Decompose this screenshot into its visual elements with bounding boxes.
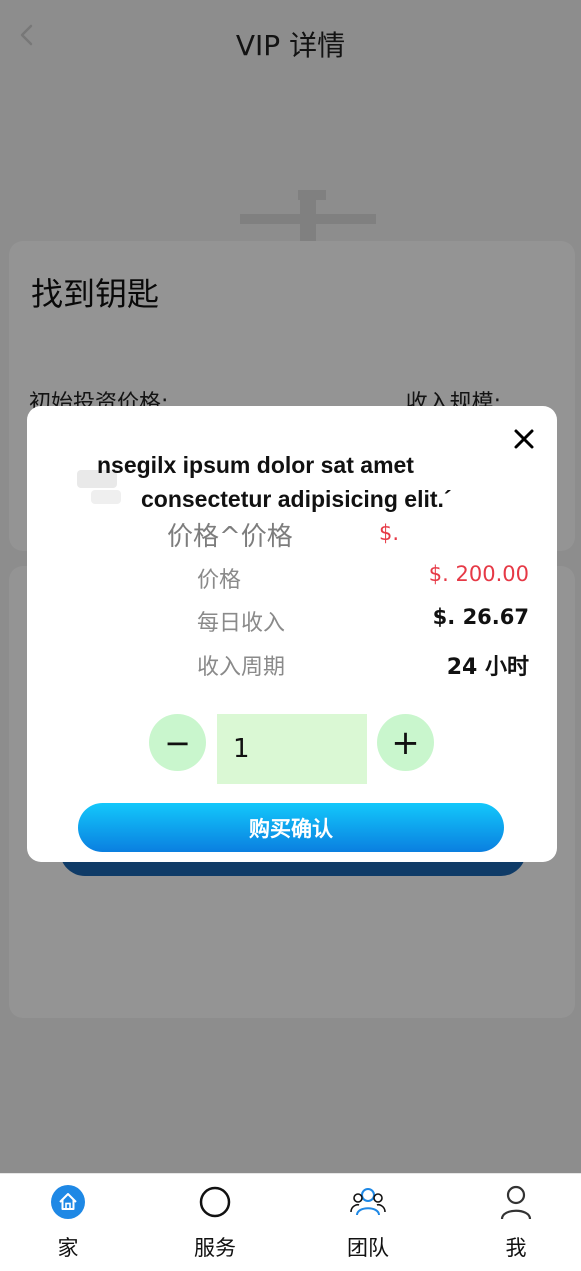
tab-service-label: 服务 (194, 1236, 236, 1260)
home-icon (51, 1185, 85, 1219)
quantity-input[interactable] (217, 714, 367, 784)
user-icon (500, 1185, 532, 1220)
daily-income-value: $. 26.67 (432, 605, 529, 629)
ghost-price-value: $. (379, 521, 400, 545)
tab-service[interactable]: 服务 (160, 1184, 270, 1268)
quantity-decrease-button[interactable]: − (149, 714, 206, 771)
income-period-label: 收入周期 (197, 655, 286, 680)
description-line-2: consectetur adipisicing elit.´ (141, 486, 452, 512)
price-value: $. 200.00 (428, 562, 529, 586)
tab-home[interactable]: 家 (13, 1184, 123, 1268)
purchase-modal: nsegilx ipsum dolor sat amet consectetur… (27, 406, 557, 862)
income-period-value: 24 小时 (446, 655, 529, 680)
price-row: 价格 $. 200.00 (197, 562, 529, 594)
tab-team-label: 团队 (347, 1236, 389, 1260)
tab-me-label: 我 (505, 1236, 527, 1260)
daily-income-label: 每日收入 (197, 611, 286, 636)
price-label: 价格 (197, 568, 242, 593)
modal-description: nsegilx ipsum dolor sat amet consectetur… (97, 448, 517, 516)
daily-income-row: 每日收入 $. 26.67 (197, 605, 529, 637)
tab-me[interactable]: 我 (461, 1184, 571, 1268)
tab-team[interactable]: 团队 (313, 1184, 423, 1268)
bottom-tab-bar: 家 服务 团队 我 (0, 1173, 581, 1271)
tab-home-label: 家 (57, 1236, 79, 1260)
ghost-price-label: 价格^价格 (167, 522, 293, 552)
circle-icon (199, 1186, 231, 1218)
description-line-1: nsegilx ipsum dolor sat amet (97, 452, 414, 478)
income-period-row: 收入周期 24 小时 (197, 649, 529, 681)
team-icon (350, 1188, 386, 1216)
confirm-purchase-button[interactable]: 购买确认 (78, 803, 504, 852)
quantity-increase-button[interactable]: + (377, 714, 434, 771)
